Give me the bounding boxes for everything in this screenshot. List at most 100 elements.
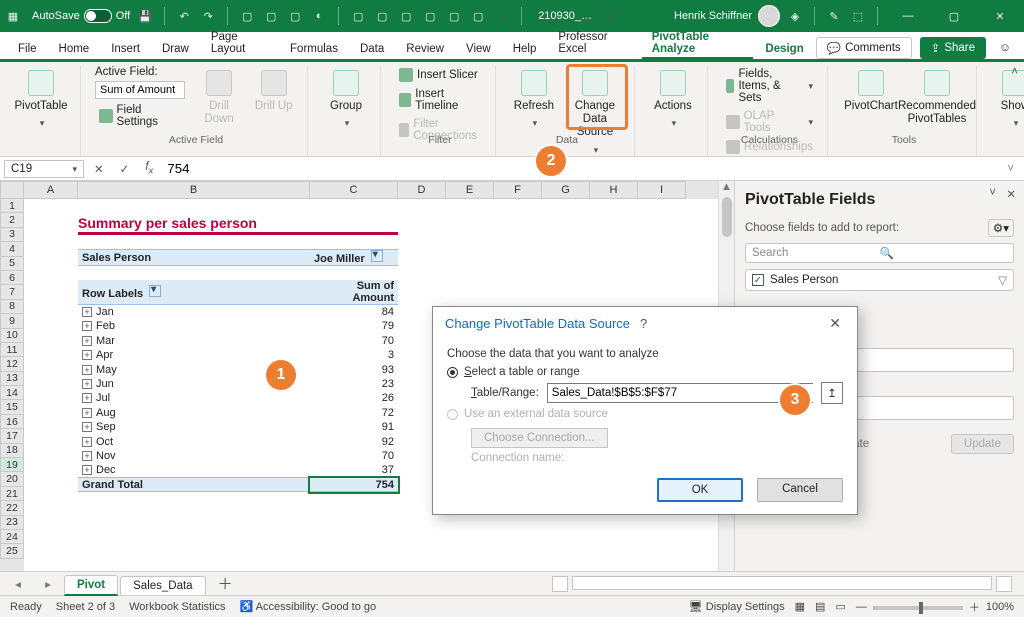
pivot-row-label[interactable]: +Jan [78, 305, 310, 319]
filename[interactable]: 210930_… [538, 10, 592, 22]
filename-chevron-icon[interactable] [604, 10, 611, 22]
row-labels-header[interactable]: Row Labels [78, 280, 310, 305]
row-header[interactable]: 13 [0, 372, 24, 386]
expand-formula-icon[interactable]: ˅ [1001, 163, 1020, 175]
row-header[interactable]: 12 [0, 357, 24, 371]
avatar[interactable] [758, 5, 780, 27]
row-header[interactable]: 2 [0, 213, 24, 227]
select-all-corner[interactable] [0, 181, 24, 199]
tab-data[interactable]: Data [350, 37, 394, 59]
row-header[interactable]: 1 [0, 199, 24, 213]
col-header[interactable]: B [78, 181, 310, 199]
row-header[interactable]: 8 [0, 300, 24, 314]
feedback-icon[interactable]: ☺ [994, 42, 1016, 54]
row-header[interactable]: 16 [0, 415, 24, 429]
diamond-icon[interactable]: ◈ [786, 7, 804, 25]
col-header[interactable]: F [494, 181, 542, 199]
tab-design[interactable]: Design [755, 37, 813, 59]
minimize-button[interactable]: — [888, 0, 928, 32]
collapse-ribbon-icon[interactable]: ˄ [1011, 66, 1018, 78]
cancel-formula-icon[interactable]: ✕ [88, 162, 110, 176]
pivot-row-label[interactable]: +Sep [78, 420, 310, 434]
tab-help[interactable]: Help [503, 37, 547, 59]
insert-timeline-button[interactable]: Insert Timeline [395, 86, 485, 114]
username[interactable]: Henrik Schiffner [674, 10, 752, 22]
tab-insert[interactable]: Insert [101, 37, 150, 59]
group-button[interactable]: Group [322, 66, 370, 134]
row-header[interactable]: 6 [0, 271, 24, 285]
pivot-row-value[interactable]: 3 [310, 348, 398, 362]
change-data-source-button[interactable]: Change Data Source [566, 66, 624, 161]
hscroll-track[interactable] [572, 576, 992, 590]
field-settings-button[interactable]: Field Settings [95, 102, 188, 130]
pivot-row-value[interactable]: 37 [310, 463, 398, 477]
pivot-row-label[interactable]: +Nov [78, 449, 310, 463]
grand-total-value[interactable]: 754 [310, 478, 398, 492]
tab-formulas[interactable]: Formulas [280, 37, 348, 59]
pivot-row-label[interactable]: +Feb [78, 319, 310, 333]
pivot-row-label[interactable]: +Dec [78, 463, 310, 477]
sheet-tab-pivot[interactable]: Pivot [64, 575, 118, 596]
col-header[interactable]: A [24, 181, 78, 199]
qat-icon[interactable]: ⬚ [849, 7, 867, 25]
recommended-pivottables-button[interactable]: Recommended PivotTables [908, 66, 966, 130]
zoom-slider[interactable] [873, 606, 963, 610]
pivot-row-value[interactable]: 84 [310, 305, 398, 319]
row-header[interactable]: 5 [0, 257, 24, 271]
tab-pivottable-analyze[interactable]: PivotTable Analyze [642, 25, 754, 59]
tab-page-layout[interactable]: Page Layout [201, 25, 278, 59]
hscroll-left[interactable] [552, 576, 568, 592]
col-header[interactable]: I [638, 181, 686, 199]
pivotchart-button[interactable]: PivotChart [842, 66, 900, 117]
pivottable-button[interactable]: PivotTable [12, 66, 70, 134]
qat-icon[interactable]: ◐ [310, 7, 328, 25]
qat-icon[interactable]: ▢ [238, 7, 256, 25]
cancel-button[interactable]: Cancel [757, 478, 843, 502]
filter-dropdown-icon[interactable] [371, 250, 383, 262]
qat-icon[interactable]: ▢ [349, 7, 367, 25]
row-header[interactable]: 18 [0, 444, 24, 458]
add-sheet-button[interactable]: ＋ [208, 573, 243, 594]
sheet-tab-sales-data[interactable]: Sales_Data [120, 576, 205, 595]
pivot-row-label[interactable]: +Oct [78, 434, 310, 448]
pivot-row-value[interactable]: 92 [310, 434, 398, 448]
sheet-nav-next[interactable]: ▸ [34, 577, 62, 591]
status-workbook-stats[interactable]: Workbook Statistics [129, 601, 225, 613]
active-field-input[interactable] [95, 81, 185, 99]
checkbox-icon[interactable]: ✓ [752, 274, 764, 286]
fields-search-input[interactable]: Search 🔍 [745, 243, 1014, 263]
pivot-row-label[interactable]: +Jul [78, 391, 310, 405]
row-header[interactable]: 17 [0, 429, 24, 443]
row-header[interactable]: 11 [0, 343, 24, 357]
col-header[interactable]: G [542, 181, 590, 199]
row-header[interactable]: 10 [0, 329, 24, 343]
name-box[interactable]: C19 [4, 160, 84, 178]
view-break-icon[interactable]: ▭ [835, 600, 845, 613]
actions-button[interactable]: Actions [649, 66, 697, 134]
row-header[interactable]: 22 [0, 501, 24, 515]
col-header[interactable]: H [590, 181, 638, 199]
display-settings[interactable]: 🖥 Display Settings [689, 600, 785, 613]
row-header[interactable]: 21 [0, 487, 24, 501]
gear-icon[interactable]: ⚙▾ [988, 219, 1014, 237]
maximize-button[interactable]: ▢ [934, 0, 974, 32]
pivot-row-value[interactable]: 93 [310, 362, 398, 376]
tab-professor-excel[interactable]: Professor Excel [548, 25, 639, 59]
col-header[interactable]: C [310, 181, 398, 199]
qat-icon[interactable]: ▢ [421, 7, 439, 25]
zoom-value[interactable]: 100% [986, 601, 1014, 613]
row-header[interactable]: 3 [0, 228, 24, 242]
zoom-in-icon[interactable]: ＋ [969, 599, 980, 615]
dialog-close-icon[interactable]: ✕ [825, 315, 845, 332]
col-header[interactable]: E [446, 181, 494, 199]
pivot-table[interactable]: Summary per sales person Sales Person Jo… [78, 213, 398, 492]
qat-icon[interactable]: ✎ [825, 7, 843, 25]
filter-icon[interactable]: ▽ [998, 273, 1007, 287]
qat-icon[interactable]: ▢ [445, 7, 463, 25]
pane-close-icon[interactable]: ✕ [1006, 187, 1016, 201]
autosave-toggle[interactable]: AutoSave Off [32, 9, 130, 23]
filter-field-value[interactable]: Joe Miller [310, 250, 398, 266]
sheet-nav-prev[interactable]: ◂ [4, 577, 32, 591]
comments-button[interactable]: 💬 Comments [816, 37, 912, 59]
row-header[interactable]: 4 [0, 242, 24, 256]
